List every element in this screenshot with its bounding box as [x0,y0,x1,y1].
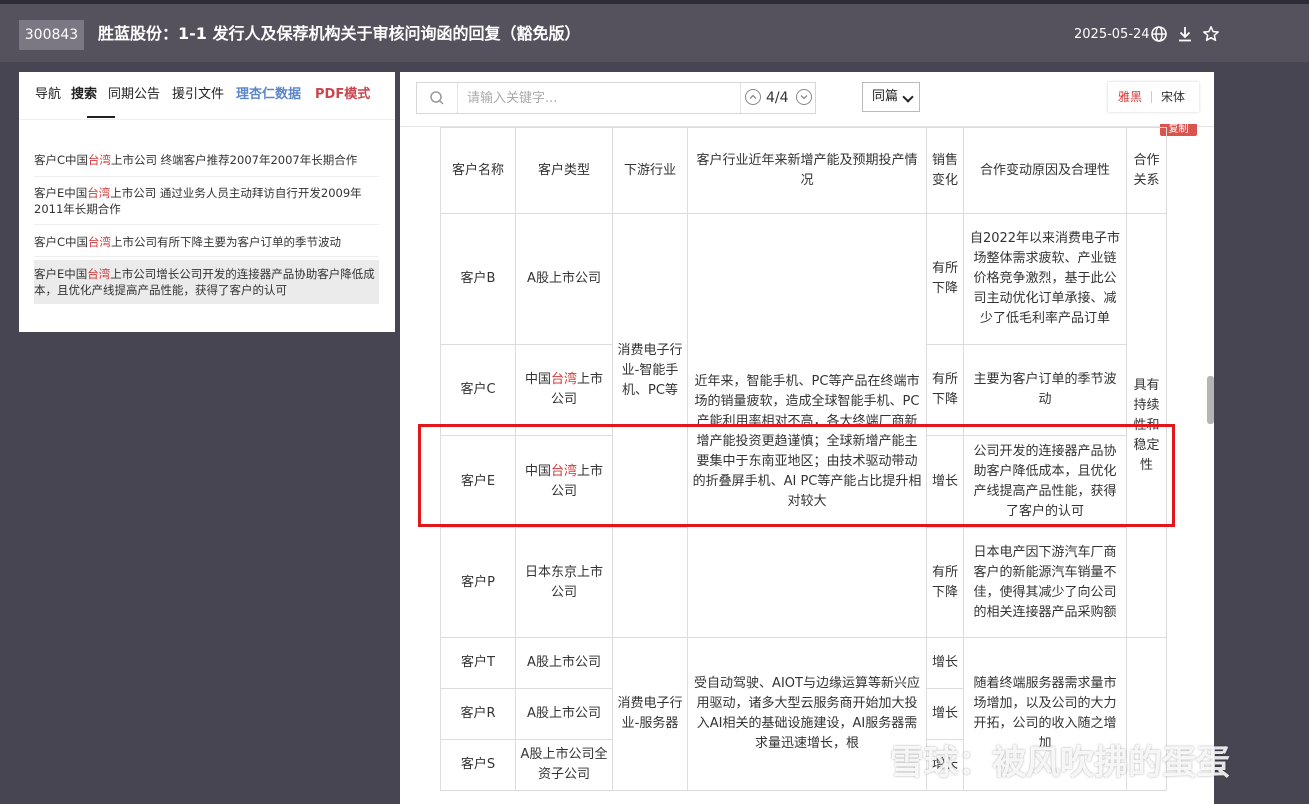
customer-name-cell: 客户B [440,213,516,345]
sales-change-cell: 增长 [926,637,964,689]
viewer-toolbar: 4/4 同篇 雅黑 宋体 [400,72,1214,127]
table-header-row: 客户名称 客户类型 下游行业 客户行业近年来新增产能及预期投产情况 销售变化 合… [440,127,1167,214]
reason-cell: 自2022年以来消费电子市场整体需求疲软、产业链价格竞争激烈，基于此公司主动优化… [963,213,1127,345]
search-icon[interactable] [417,83,458,113]
header-cell: 客户类型 [515,127,613,214]
header-cell: 客户行业近年来新增产能及预期投产情况 [687,127,927,214]
document-header: 300843 胜蓝股份：1-1 发行人及保荐机构关于审核问询函的回复（豁免版） … [0,4,1309,62]
tab-pdf-mode[interactable]: PDF模式 [315,86,370,104]
tab-cited-files[interactable]: 援引文件 [172,86,224,104]
next-match-button[interactable] [796,89,812,105]
industry-cell: 消费电子行业-智能手机、PC等 [612,213,688,528]
header-cell: 合作变动原因及合理性 [963,127,1127,214]
customer-type-cell: A股上市公司 [515,213,613,345]
result-divider [34,256,379,257]
customer-type-cell: 中国台湾上市公司 [515,435,613,528]
customer-name-cell: 客户R [440,688,516,740]
industry-cell-empty [612,527,688,638]
sales-change-cell: 有所下降 [926,213,964,345]
industry-cell: 消费电子行业-服务器 [612,637,688,791]
result-divider [34,224,379,225]
customer-name-cell: 客户T [440,637,516,689]
customer-type-cell: 日本东京上市公司 [515,527,613,638]
customer-name-cell: 客户P [440,527,516,638]
match-counter: 4/4 [766,90,789,106]
globe-icon[interactable] [1150,25,1168,43]
document-date: 2025-05-24 [1074,27,1150,42]
capacity-text: 近年来，智能手机、PC等产品在终端市场的销量疲软，造成全球智能手机、PC产能利用… [692,373,922,509]
prev-match-button[interactable] [745,89,761,105]
scope-dropdown[interactable]: 同篇 [862,82,920,112]
sales-change-cell: 有所下降 [926,344,964,436]
table-row: 客户T A股上市公司 消费电子行业-服务器 受自动驾驶、AIOT与边缘运算等新兴… [440,637,1167,791]
font-option-yahei[interactable]: 雅黑 [1118,82,1142,112]
result-divider [34,176,379,177]
tabs-divider [19,119,395,120]
header-cell: 合作关系 [1126,127,1167,214]
tab-navigation[interactable]: 导航 [35,86,61,104]
search-result-item-active[interactable]: 客户E中国台湾上市公司增长公司开发的连接器产品协助客户降低成本，且优化产线提高产… [34,260,379,304]
stock-code-badge: 300843 [19,20,84,50]
chevron-down-icon [902,91,914,103]
font-option-songti[interactable]: 宋体 [1161,82,1185,112]
relation-cell: 具有持续性和稳定性 [1126,213,1167,638]
search-result-item[interactable]: 客户C中国台湾上市公司 终端客户推荐2007年2007年长期合作 [34,152,379,168]
snowball-logo-icon [848,749,870,777]
document-title: 胜蓝股份：1-1 发行人及保荐机构关于审核问询函的回复（豁免版） [98,24,581,43]
scrollbar-thumb[interactable] [1207,376,1214,424]
table-row: 客户B A股上市公司 消费电子行业-智能手机、PC等 近年来，智能手机、PC等产… [440,213,1167,638]
tab-lixinger-data[interactable]: 理杏仁数据 [236,86,301,104]
active-tab-indicator [87,116,115,118]
tab-same-period[interactable]: 同期公告 [108,86,160,104]
font-switcher: 雅黑 宋体 [1108,82,1199,112]
customer-name-cell: 客户E [440,435,516,528]
reason-cell: 日本电产因下游汽车厂商客户的新能源汽车销量不佳，使得其减少了向公司的相关连接器产… [963,527,1127,638]
reason-cell: 公司开发的连接器产品协助客户降低成本，且优化产线提高产品性能，获得了客户的认可 [963,435,1127,528]
search-result-item[interactable]: 客户E中国台湾上市公司 通过业务人员主动拜访自行开发2009年2011年长期合作 [34,185,379,217]
customer-table-area: 客户名称 客户类型 下游行业 客户行业近年来新增产能及预期投产情况 销售变化 合… [440,127,1167,804]
customer-type-cell: A股上市公司 [515,637,613,689]
header-cell: 客户名称 [440,127,516,214]
star-icon[interactable] [1202,25,1220,43]
keyword-search-box: 4/4 [416,82,816,114]
sales-change-cell: 增长 [926,435,964,528]
document-viewer: 4/4 同篇 雅黑 宋体 复制 客户名称 客户类型 下游行业 [400,72,1214,804]
watermark-text: 雪球：被风吹拂的蛋蛋 [890,743,1230,783]
header-cell: 下游行业 [612,127,688,214]
customer-type-cell: A股上市公司 [515,688,613,740]
tab-search[interactable]: 搜索 [71,86,97,104]
sales-change-cell: 有所下降 [926,527,964,638]
sales-change-cell: 增长 [926,688,964,740]
header-cell: 销售变化 [926,127,964,214]
match-navigator: 4/4 [740,83,816,113]
reason-cell: 主要为客户订单的季节波动 [963,344,1127,436]
customer-table: 客户名称 客户类型 下游行业 客户行业近年来新增产能及预期投产情况 销售变化 合… [440,127,1167,791]
customer-type-cell: 中国台湾上市公司 [515,344,613,436]
capacity-cell: 近年来，智能手机、PC等产品在终端市场的销量疲软，造成全球智能手机、PC产能利用… [687,213,927,638]
font-divider [1151,91,1152,103]
scope-value: 同篇 [872,89,899,104]
search-input[interactable] [461,83,743,113]
search-sidebar: 导航 搜索 同期公告 援引文件 理杏仁数据 PDF模式 客户C中国台湾上市公司 … [19,72,395,332]
download-icon[interactable] [1176,25,1194,43]
customer-name-cell: 客户C [440,344,516,436]
customer-type-cell: A股上市公司全资子公司 [515,739,613,791]
search-result-item[interactable]: 客户C中国台湾上市公司有所下降主要为客户订单的季节波动 [34,234,379,250]
customer-name-cell: 客户S [440,739,516,791]
